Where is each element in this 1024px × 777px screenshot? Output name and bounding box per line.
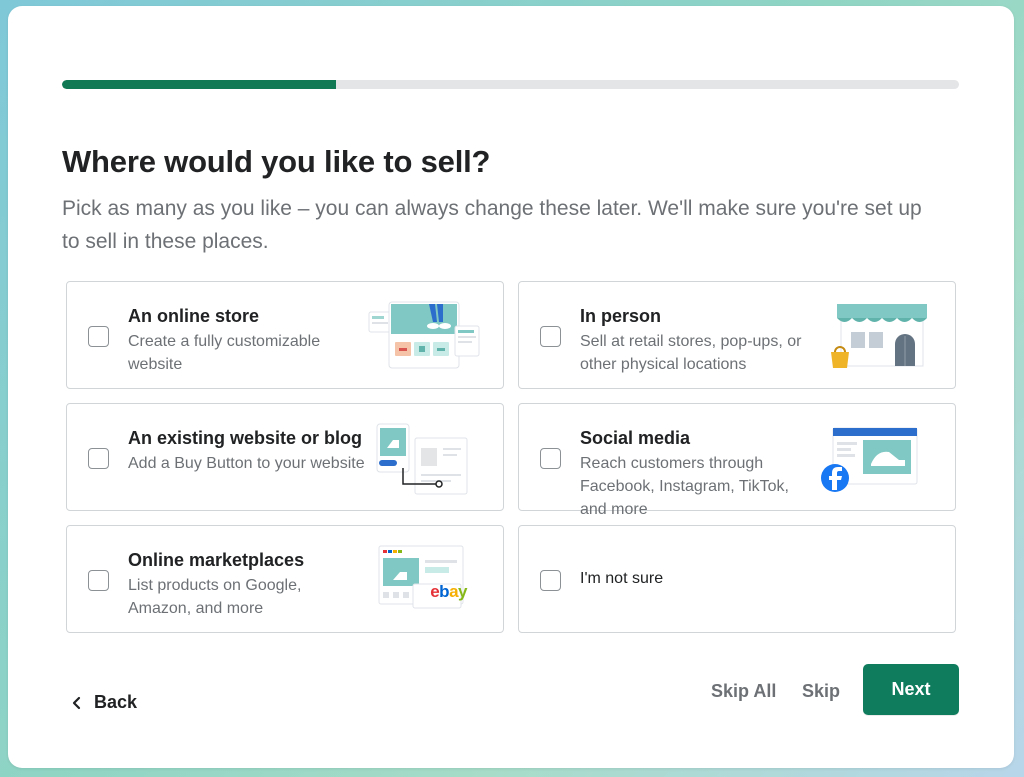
option-existing-website[interactable]: An existing website or blog Add a Buy Bu… [66,403,504,511]
option-description: Add a Buy Button to your website [128,455,365,472]
option-social-media[interactable]: Social media Reach customers through Fac… [518,403,956,518]
online-store-illustration-icon [368,301,480,369]
option-title: An existing website or blog [128,428,363,448]
skip-all-button[interactable]: Skip All [711,681,776,702]
option-description: Create a fully customizable website [128,333,321,373]
existing-website-checkbox[interactable] [88,448,109,469]
option-description: List products on Google, Amazon, and mor… [128,577,302,617]
page-subtitle: Pick as many as you like – you can alway… [62,197,922,253]
option-title: Online marketplaces [128,550,305,570]
skip-button[interactable]: Skip [802,681,840,702]
online-marketplaces-checkbox[interactable] [88,570,109,591]
option-online-store[interactable]: An online store Create a fully customiza… [66,281,504,389]
in-person-checkbox[interactable] [540,326,561,347]
not-sure-checkbox[interactable] [540,570,561,591]
back-button[interactable]: Back [70,692,137,713]
next-button[interactable]: Next [863,664,959,715]
option-title: In person [580,306,662,326]
sell-options-grid: An online store Create a fully customiza… [66,281,956,633]
progress-bar-fill [62,80,336,89]
option-online-marketplaces[interactable]: Online marketplaces List products on Goo… [66,525,504,633]
option-not-sure[interactable]: I'm not sure [518,525,956,633]
social-media-illustration-icon [821,427,918,492]
option-title: Social media [580,428,691,448]
option-title: An online store [128,306,260,326]
option-in-person[interactable]: In person Sell at retail stores, pop-ups… [518,281,956,389]
option-label: I'm not sure [580,570,664,587]
buy-button-illustration-icon [376,423,468,495]
ebay-badge: ebay [430,582,467,601]
chevron-left-icon [72,696,81,709]
social-media-checkbox[interactable] [540,448,561,469]
progress-bar [62,80,959,89]
option-description: Sell at retail stores, pop-ups, or other… [580,333,802,373]
storefront-illustration-icon [831,304,927,368]
online-store-checkbox[interactable] [88,326,109,347]
option-description: Reach customers through Facebook, Instag… [580,455,789,518]
onboarding-card: Where would you like to sell? Pick as ma… [8,6,1014,768]
page-title: Where would you like to sell? [62,144,491,179]
back-label: Back [94,692,138,712]
marketplace-illustration-icon [378,545,464,609]
